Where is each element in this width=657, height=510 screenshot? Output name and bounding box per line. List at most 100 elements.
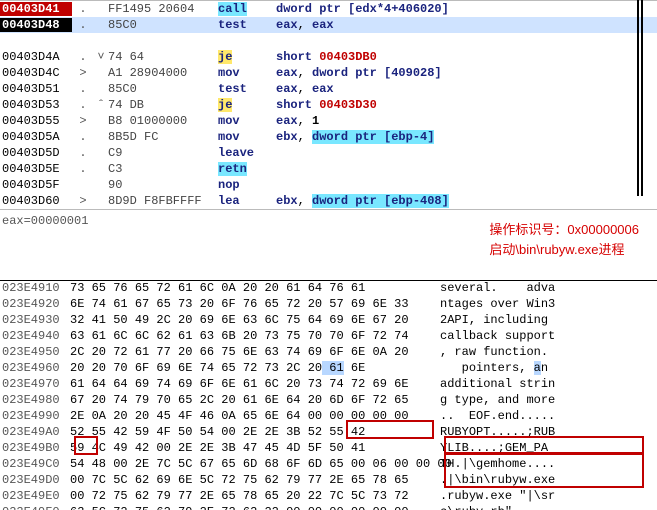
hex-bytes: 67 20 74 79 70 65 2C 20 61 6E 64 20 6D 6… <box>70 393 440 409</box>
mnemonic: retn <box>218 162 276 176</box>
hex-address: 023E4910 <box>0 281 70 297</box>
hex-bytes: B8 01000000 <box>108 114 218 128</box>
hex-address: 023E49D0 <box>0 473 70 489</box>
mnemonic: test <box>218 18 276 32</box>
hex-row[interactable]: 023E49902E 0A 20 20 45 4F 46 0A 65 6E 64… <box>0 409 657 425</box>
disasm-row[interactable]: 00403D41. FF1495 20604calldword ptr [edx… <box>0 1 657 17</box>
disasm-row[interactable]: 00403D48. 85C0testeax, eax <box>0 17 657 33</box>
disasm-row[interactable]: 00403D5D. C9leave <box>0 145 657 161</box>
address: 00403D5F <box>0 178 72 192</box>
marker: . <box>72 82 94 96</box>
separator <box>637 0 639 196</box>
hex-row[interactable]: 023E49E000 72 75 62 79 77 2E 65 78 65 20… <box>0 489 657 505</box>
operands: ebx, dword ptr [ebp-4] <box>276 130 434 144</box>
jump-arrow <box>94 34 108 48</box>
disasm-row[interactable]: 00403D5E. C3retn <box>0 161 657 177</box>
jump-arrow <box>94 2 108 16</box>
marker: . <box>72 98 94 112</box>
disasm-row[interactable]: 00403D60> 8D9D F8FBFFFFleaebx, dword ptr… <box>0 193 657 209</box>
hex-row[interactable]: 023E491073 65 76 65 72 61 6C 0A 20 20 61… <box>0 281 657 297</box>
disasm-row[interactable]: 00403D55> B8 01000000moveax, 1 <box>0 113 657 129</box>
hex-address: 023E49E0 <box>0 489 70 505</box>
annotation-line1: 操作标识号：0x00000006 <box>489 220 639 240</box>
jump-arrow <box>94 18 108 32</box>
hex-ascii: c\ruby.rb"...... <box>440 505 640 510</box>
hex-bytes: 00 72 75 62 79 77 2E 65 78 65 20 22 7C 5… <box>70 489 440 505</box>
jump-arrow <box>94 162 108 176</box>
jump-arrow <box>94 130 108 144</box>
marker: . <box>72 146 94 160</box>
hex-bytes: 32 41 50 49 2C 20 69 6E 63 6C 75 64 69 6… <box>70 313 440 329</box>
hex-ascii: ntages over Win3 <box>440 297 640 313</box>
hex-ascii: additional strin <box>440 377 640 393</box>
hex-row[interactable]: 023E49C054 48 00 2E 7C 5C 67 65 6D 68 6F… <box>0 457 657 473</box>
hex-bytes: 63 61 6C 6C 62 61 63 6B 20 73 75 70 70 6… <box>70 329 440 345</box>
hex-row[interactable]: 023E49B059 4C 49 42 00 2E 2E 3B 47 45 4D… <box>0 441 657 457</box>
disasm-row[interactable]: 00403D53.ˆ74 DBjeshort 00403D30 <box>0 97 657 113</box>
hex-address: 023E4920 <box>0 297 70 313</box>
hex-ascii: , raw function. <box>440 345 640 361</box>
hex-dump-pane[interactable]: 023E491073 65 76 65 72 61 6C 0A 20 20 61… <box>0 280 657 510</box>
operands: eax, eax <box>276 18 334 32</box>
disassembly-pane[interactable]: 00403D41. FF1495 20604calldword ptr [edx… <box>0 0 657 210</box>
disasm-row[interactable]: 00403D4A.˅74 64jeshort 00403DB0 <box>0 49 657 65</box>
operands: eax, 1 <box>276 114 319 128</box>
mnemonic: mov <box>218 114 276 128</box>
jump-arrow <box>94 178 108 192</box>
hex-row[interactable]: 023E49A052 55 42 59 4F 50 54 00 2E 2E 3B… <box>0 425 657 441</box>
hex-row[interactable]: 023E498067 20 74 79 70 65 2C 20 61 6E 64… <box>0 393 657 409</box>
operands: short 00403D30 <box>276 98 377 112</box>
hex-bytes: 6E 74 61 67 65 73 20 6F 76 65 72 20 57 6… <box>70 297 440 313</box>
hex-row[interactable]: 023E496020 20 70 6F 69 6E 74 65 72 73 2C… <box>0 361 657 377</box>
separator <box>641 0 643 196</box>
disasm-row[interactable]: 00403D5F 90nop <box>0 177 657 193</box>
hex-ascii: several. adva <box>440 281 640 297</box>
hex-bytes: 90 <box>108 178 218 192</box>
hex-row[interactable]: 023E49502C 20 72 61 77 20 66 75 6E 63 74… <box>0 345 657 361</box>
operands: short 00403DB0 <box>276 50 377 64</box>
marker <box>72 178 94 192</box>
hex-address: 023E4940 <box>0 329 70 345</box>
disasm-row[interactable]: 00403D4C> A1 28904000moveax, dword ptr [… <box>0 65 657 81</box>
jump-arrow <box>94 114 108 128</box>
hex-ascii: 2API, including <box>440 313 640 329</box>
disasm-row[interactable]: 00403D51. 85C0testeax, eax <box>0 81 657 97</box>
hex-row[interactable]: 023E494063 61 6C 6C 62 61 63 6B 20 73 75… <box>0 329 657 345</box>
marker <box>72 34 94 48</box>
hex-bytes: 52 55 42 59 4F 50 54 00 2E 2E 3B 52 55 4… <box>70 425 440 441</box>
mnemonic: je <box>218 50 276 64</box>
mnemonic: leave <box>218 146 276 160</box>
mnemonic: call <box>218 2 276 16</box>
hex-row[interactable]: 023E493032 41 50 49 2C 20 69 6E 63 6C 75… <box>0 313 657 329</box>
marker: . <box>72 18 94 32</box>
marker: > <box>72 66 94 80</box>
hex-row[interactable]: 023E49D000 7C 5C 62 69 6E 5C 72 75 62 79… <box>0 473 657 489</box>
hex-row[interactable]: 023E49F063 5C 72 75 62 79 2E 72 62 22 00… <box>0 505 657 510</box>
hex-ascii: .. EOF.end..... <box>440 409 640 425</box>
mnemonic: mov <box>218 130 276 144</box>
jump-arrow: ˅ <box>94 50 108 64</box>
jump-arrow <box>94 194 108 208</box>
hex-bytes: 85C0 <box>108 82 218 96</box>
marker: . <box>72 162 94 176</box>
hex-address: 023E49F0 <box>0 505 70 510</box>
disasm-row[interactable] <box>0 33 657 49</box>
jump-arrow <box>94 82 108 96</box>
hex-row[interactable]: 023E497061 64 64 69 74 69 6F 6E 61 6C 20… <box>0 377 657 393</box>
disasm-row[interactable]: 00403D5A. 8B5D FCmovebx, dword ptr [ebp-… <box>0 129 657 145</box>
hex-bytes: 74 DB <box>108 98 218 112</box>
hex-address: 023E49B0 <box>0 441 70 457</box>
hex-bytes: 85C0 <box>108 18 218 32</box>
mnemonic: nop <box>218 178 276 192</box>
hex-bytes: 2E 0A 20 20 45 4F 46 0A 65 6E 64 00 00 0… <box>70 409 440 425</box>
address: 00403D55 <box>0 114 72 128</box>
mnemonic: test <box>218 82 276 96</box>
address: 00403D5E <box>0 162 72 176</box>
address: 00403D51 <box>0 82 72 96</box>
hex-bytes: 00 7C 5C 62 69 6E 5C 72 75 62 79 77 2E 6… <box>70 473 440 489</box>
hex-bytes: 73 65 76 65 72 61 6C 0A 20 20 61 64 76 6… <box>70 281 440 297</box>
hex-address: 023E49A0 <box>0 425 70 441</box>
hex-row[interactable]: 023E49206E 74 61 67 65 73 20 6F 76 65 72… <box>0 297 657 313</box>
marker: . <box>72 2 94 16</box>
operands: eax, dword ptr [409028] <box>276 66 442 80</box>
